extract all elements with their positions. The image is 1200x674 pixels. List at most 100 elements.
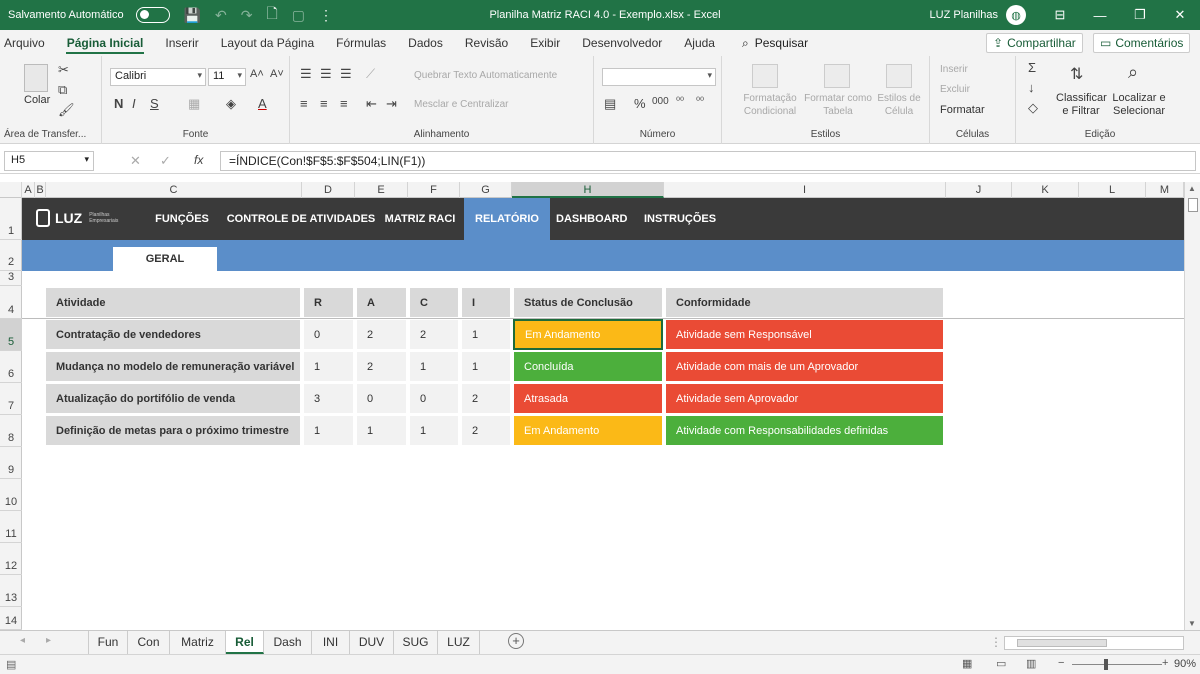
row-header[interactable]: 1: [0, 198, 22, 240]
nav-relatorio[interactable]: RELATÓRIO: [464, 198, 550, 240]
comments-button[interactable]: ▭ Comentários: [1093, 33, 1191, 53]
avatar[interactable]: ◍: [1006, 5, 1026, 25]
enter-icon[interactable]: ✓: [160, 153, 171, 169]
row-header[interactable]: 11: [0, 511, 22, 543]
copy-icon[interactable]: ⧉: [58, 82, 67, 98]
tab-dados[interactable]: Dados: [397, 30, 454, 56]
table-cell-a[interactable]: 1: [357, 416, 406, 445]
zoom-in-icon[interactable]: +: [1162, 657, 1168, 669]
table-cell-status-selected[interactable]: Em Andamento: [513, 319, 663, 350]
undo-icon[interactable]: ↶: [215, 7, 227, 24]
underline-button[interactable]: S: [150, 96, 159, 111]
row-header[interactable]: 13: [0, 575, 22, 607]
select-all-corner[interactable]: [0, 182, 22, 198]
format-cells-button[interactable]: Formatar: [940, 104, 985, 116]
row-header[interactable]: 8: [0, 415, 22, 447]
sort-filter-button[interactable]: Classificar e Filtrar: [1056, 92, 1107, 118]
column-header[interactable]: H: [512, 182, 664, 198]
grow-font-icon[interactable]: A˄: [250, 68, 264, 80]
fill-icon[interactable]: ↓: [1028, 80, 1035, 95]
tab-pagina-inicial[interactable]: Página Inicial: [56, 30, 155, 56]
sheet-tab-rel[interactable]: Rel: [226, 631, 264, 654]
font-name-select[interactable]: Calibri: [110, 68, 206, 86]
table-cell-status[interactable]: Em Andamento: [514, 416, 662, 445]
add-sheet-button[interactable]: +: [508, 633, 524, 649]
table-cell-r[interactable]: 3: [304, 384, 353, 413]
paste-icon[interactable]: [24, 64, 48, 92]
table-cell-c[interactable]: 0: [410, 384, 458, 413]
normal-view-icon[interactable]: ▦: [962, 657, 972, 670]
table-cell-atividade[interactable]: Atualização do portifólio de venda: [46, 384, 300, 413]
format-table-icon[interactable]: [824, 64, 850, 88]
table-cell-a[interactable]: 0: [357, 384, 406, 413]
cancel-icon[interactable]: ✕: [130, 153, 141, 169]
hscroll-thumb[interactable]: [1017, 639, 1107, 647]
table-cell-i[interactable]: 1: [462, 352, 510, 381]
table-cell-c[interactable]: 1: [410, 352, 458, 381]
table-cell-a[interactable]: 2: [357, 320, 406, 349]
table-cell-c[interactable]: 2: [410, 320, 458, 349]
conditional-format-icon[interactable]: [752, 64, 778, 88]
tab-formulas[interactable]: Fórmulas: [325, 30, 397, 56]
autosave-toggle[interactable]: [135, 7, 170, 23]
table-cell-i[interactable]: 2: [462, 384, 510, 413]
borders-icon[interactable]: ▦: [188, 96, 200, 112]
zoom-slider[interactable]: [1072, 664, 1162, 665]
row-header[interactable]: 14: [0, 607, 22, 630]
number-format-select[interactable]: [602, 68, 716, 86]
formula-input[interactable]: =ÍNDICE(Con!$F$5:$F$504;LIN(F1)): [220, 151, 1196, 171]
sheet-tab-luz[interactable]: LUZ: [438, 631, 480, 654]
nav-controle[interactable]: CONTROLE DE ATIVIDADES: [226, 198, 376, 240]
font-size-select[interactable]: 11: [208, 68, 246, 86]
cut-icon[interactable]: ✂: [58, 62, 69, 78]
table-cell-r[interactable]: 1: [304, 352, 353, 381]
table-cell-conformidade[interactable]: Atividade com mais de um Aprovador: [666, 352, 943, 381]
prev-sheet-icon[interactable]: ◂: [20, 635, 25, 646]
name-box[interactable]: H5: [4, 151, 94, 171]
zoom-out-icon[interactable]: −: [1058, 657, 1064, 669]
tab-layout[interactable]: Layout da Página: [210, 30, 325, 56]
minimize-icon[interactable]: —: [1080, 8, 1120, 23]
column-header[interactable]: E: [355, 182, 408, 198]
column-header[interactable]: M: [1146, 182, 1184, 198]
column-header[interactable]: G: [460, 182, 512, 198]
increase-decimal-icon[interactable]: ⁰⁰: [676, 96, 684, 107]
find-icon[interactable]: ⌕: [1128, 62, 1138, 83]
column-header[interactable]: C: [46, 182, 302, 198]
find-select-button[interactable]: Localizar e Selecionar: [1108, 92, 1170, 118]
row-header[interactable]: 3: [0, 271, 22, 286]
zoom-slider-thumb[interactable]: [1104, 659, 1108, 670]
merge-center-button[interactable]: Mesclar e Centralizar: [414, 99, 508, 110]
scroll-up-icon[interactable]: ▲: [1188, 184, 1196, 193]
page-break-view-icon[interactable]: ▥: [1026, 657, 1036, 670]
vertical-scrollbar[interactable]: ▲ ▼: [1184, 182, 1200, 630]
row-header[interactable]: 4: [0, 286, 22, 319]
align-bottom-icon[interactable]: ☰: [340, 66, 352, 82]
tab-exibir[interactable]: Exibir: [519, 30, 571, 56]
table-cell-conformidade[interactable]: Atividade com Responsabilidades definida…: [666, 416, 943, 445]
scroll-thumb[interactable]: [1188, 198, 1198, 212]
insert-cells-button[interactable]: Inserir: [940, 64, 968, 75]
wrap-text-button[interactable]: Quebrar Texto Automaticamente: [414, 70, 557, 81]
row-header[interactable]: 7: [0, 383, 22, 415]
orientation-icon[interactable]: ⟋: [366, 66, 375, 82]
redo-icon[interactable]: ↷: [241, 7, 253, 24]
sheet-tab-fun[interactable]: Fun: [88, 631, 128, 654]
delete-cells-button[interactable]: Excluir: [940, 84, 970, 95]
autosum-icon[interactable]: Σ: [1028, 60, 1036, 75]
align-top-icon[interactable]: ☰: [300, 66, 312, 82]
table-cell-i[interactable]: 2: [462, 416, 510, 445]
tab-inserir[interactable]: Inserir: [154, 30, 209, 56]
sheet-tab-con[interactable]: Con: [128, 631, 170, 654]
cell-styles-icon[interactable]: [886, 64, 912, 88]
row-header[interactable]: 10: [0, 479, 22, 511]
tab-arquivo[interactable]: Arquivo: [0, 30, 56, 56]
align-right-icon[interactable]: ≡: [340, 96, 348, 111]
percent-icon[interactable]: %: [634, 96, 646, 111]
sheet-tab-matriz[interactable]: Matriz: [170, 631, 226, 654]
column-header[interactable]: J: [946, 182, 1012, 198]
table-cell-status[interactable]: Atrasada: [514, 384, 662, 413]
clear-icon[interactable]: ◇: [1028, 100, 1038, 116]
thousands-icon[interactable]: 000: [652, 96, 669, 107]
format-table-button[interactable]: Formatar como Tabela: [798, 92, 878, 118]
